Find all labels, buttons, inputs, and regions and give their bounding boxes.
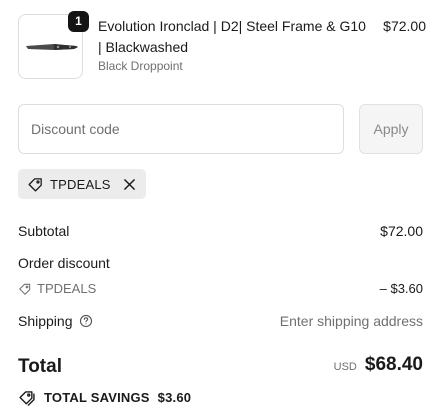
savings-tag-icon bbox=[18, 389, 36, 406]
discount-code-label: TPDEALS bbox=[37, 281, 97, 296]
order-discount-row: Order discount bbox=[18, 255, 423, 271]
product-title: Evolution Ironclad | D2| Steel Frame & G… bbox=[98, 18, 366, 55]
subtotal-value: $72.00 bbox=[380, 223, 423, 239]
applied-discount-chip: TPDEALS bbox=[18, 169, 146, 199]
discount-amount: – $3.60 bbox=[379, 281, 423, 296]
total-savings-amount: $3.60 bbox=[157, 390, 192, 405]
discount-code-input[interactable] bbox=[18, 104, 344, 154]
shipping-label: Shipping bbox=[18, 313, 73, 329]
total-row: Total USD $68.40 bbox=[18, 354, 423, 380]
total-savings-label: TOTAL SAVINGS bbox=[44, 390, 150, 405]
tag-icon bbox=[18, 282, 32, 296]
total-amount: $68.40 bbox=[364, 354, 423, 375]
subtotal-label: Subtotal bbox=[18, 223, 70, 239]
product-thumbnail: 1 bbox=[18, 11, 89, 79]
currency-code: USD bbox=[333, 361, 357, 373]
quantity-badge: 1 bbox=[68, 11, 89, 32]
applied-discount-code: TPDEALS bbox=[50, 176, 111, 192]
discount-form: Apply bbox=[18, 104, 423, 154]
cart-line-item: 1 Evolution Ironclad | D2| Steel Frame &… bbox=[18, 11, 428, 80]
question-circle-icon[interactable] bbox=[79, 314, 93, 328]
product-variant: Black Droppoint bbox=[98, 59, 183, 73]
total-savings: TOTAL SAVINGS $3.60 bbox=[18, 389, 191, 406]
apply-button[interactable]: Apply bbox=[359, 104, 423, 154]
tag-icon bbox=[27, 176, 44, 193]
subtotal-row: Subtotal $72.00 bbox=[18, 223, 423, 239]
discount-code-row: TPDEALS – $3.60 bbox=[18, 281, 423, 296]
order-discount-label: Order discount bbox=[18, 255, 110, 271]
total-label: Total bbox=[18, 356, 62, 377]
shipping-value: Enter shipping address bbox=[279, 313, 423, 329]
product-price: $72.00 bbox=[383, 18, 426, 34]
knife-icon bbox=[26, 44, 78, 50]
close-icon[interactable] bbox=[123, 178, 136, 191]
shipping-row: Shipping Enter shipping address bbox=[18, 313, 423, 329]
